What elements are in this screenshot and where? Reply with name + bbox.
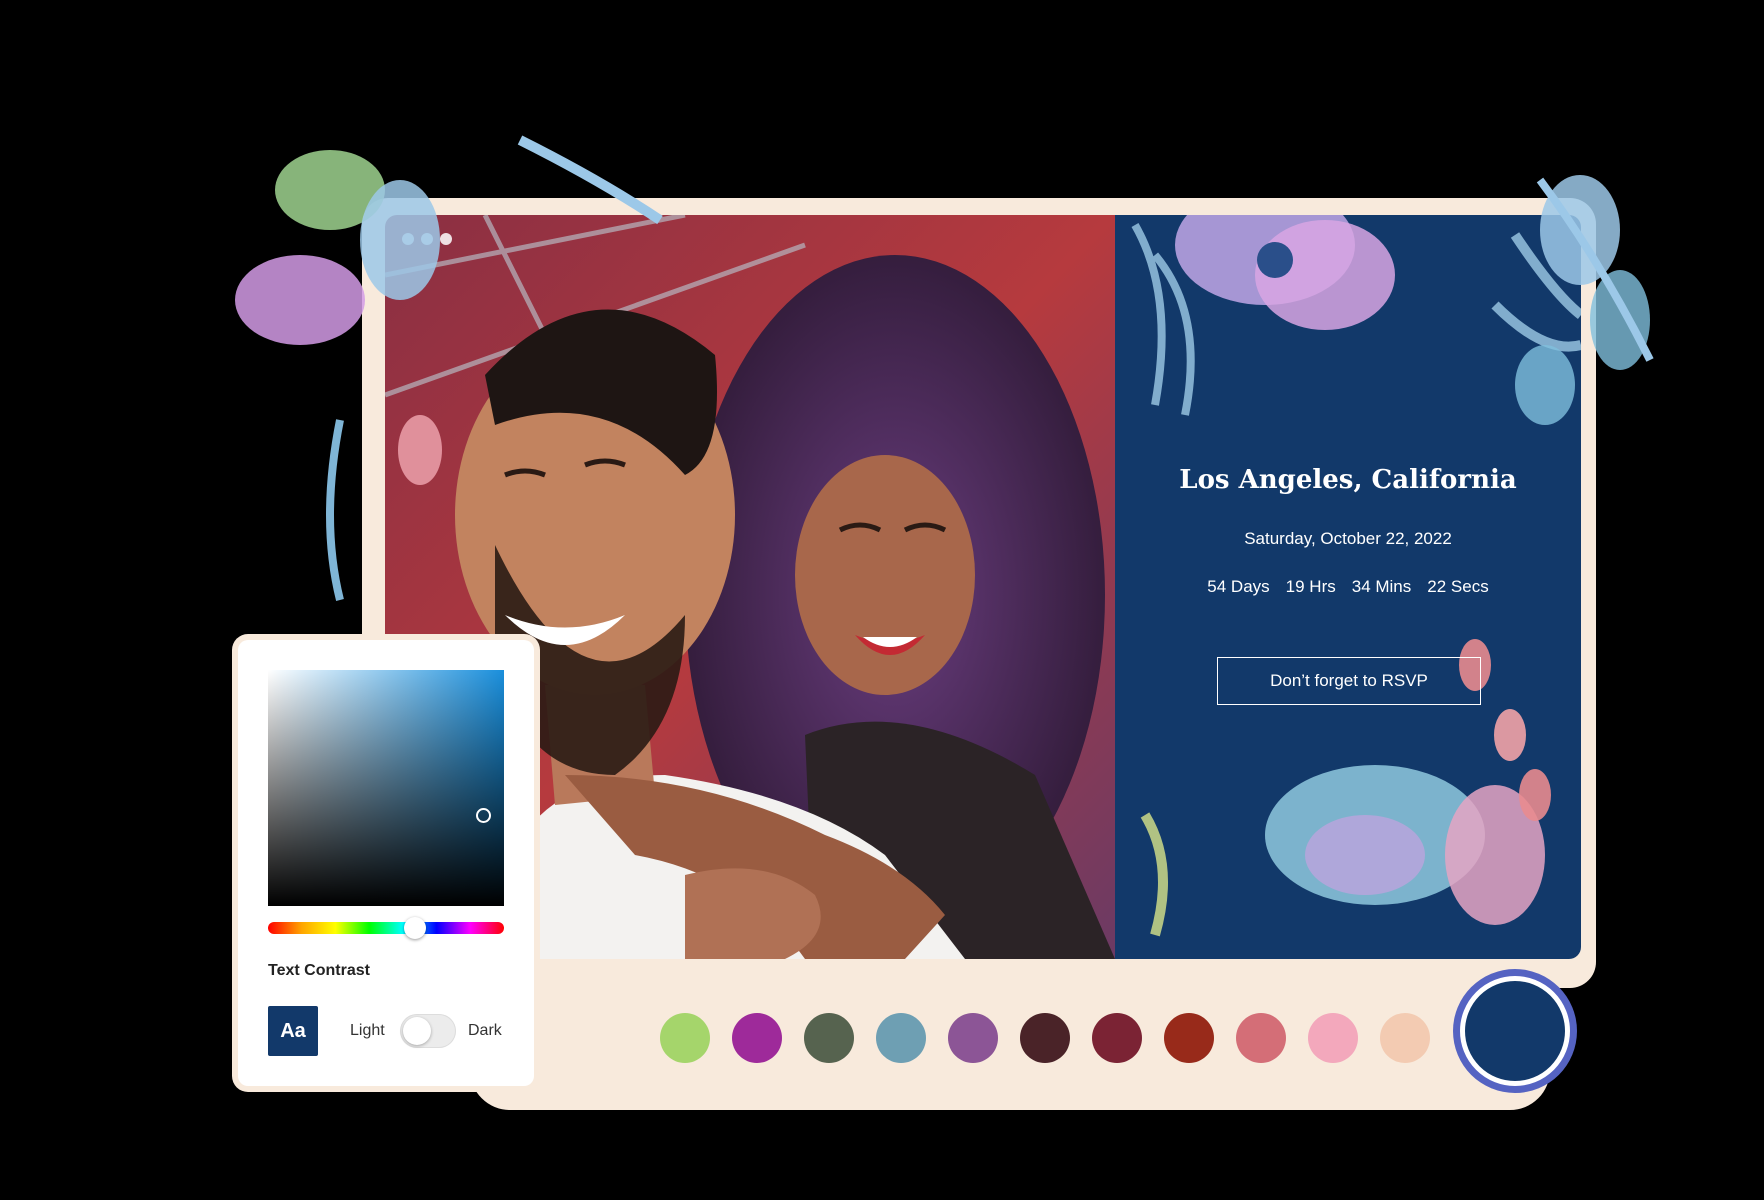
color-picker-panel: Text Contrast Aa Light Dark <box>238 640 534 1086</box>
color-gradient-picker[interactable] <box>268 670 504 906</box>
website-preview-window: Los Angeles, California Saturday, Octobe… <box>385 215 1581 959</box>
gradient-handle[interactable] <box>476 808 491 823</box>
event-date: Saturday, October 22, 2022 <box>1244 529 1452 548</box>
hue-slider[interactable] <box>268 917 504 939</box>
light-label: Light <box>350 1022 385 1039</box>
rsvp-button[interactable]: Don’t forget to RSVP <box>1217 657 1481 705</box>
invitation-panel: Los Angeles, California Saturday, Octobe… <box>1115 215 1581 959</box>
color-swatch[interactable] <box>1236 1013 1286 1063</box>
window-dots-icon <box>402 233 452 245</box>
color-swatch[interactable] <box>948 1013 998 1063</box>
text-contrast-label: Text Contrast <box>268 962 370 979</box>
countdown-hours: 19 Hrs <box>1285 577 1336 596</box>
countdown-seconds: 22 Secs <box>1427 577 1489 596</box>
color-swatch[interactable] <box>1380 1013 1430 1063</box>
color-swatch[interactable] <box>660 1013 710 1063</box>
text-preview-swatch: Aa <box>268 1006 318 1056</box>
color-swatch[interactable] <box>732 1013 782 1063</box>
color-swatch[interactable] <box>804 1013 854 1063</box>
hue-slider-handle[interactable] <box>404 917 426 939</box>
selected-color-swatch[interactable] <box>1460 976 1570 1086</box>
color-swatch[interactable] <box>1092 1013 1142 1063</box>
color-swatch[interactable] <box>1308 1013 1358 1063</box>
event-location: Los Angeles, California <box>1179 465 1517 495</box>
color-swatch[interactable] <box>876 1013 926 1063</box>
color-swatch[interactable] <box>1020 1013 1070 1063</box>
contrast-toggle[interactable] <box>400 1014 456 1048</box>
countdown-minutes: 34 Mins <box>1351 577 1412 596</box>
color-swatch[interactable] <box>1164 1013 1214 1063</box>
toggle-knob <box>403 1017 431 1045</box>
countdown: 54 Days 19 Hrs 34 Mins 22 Secs <box>1115 577 1581 597</box>
countdown-days: 54 Days <box>1207 577 1270 596</box>
dark-label: Dark <box>468 1022 502 1039</box>
